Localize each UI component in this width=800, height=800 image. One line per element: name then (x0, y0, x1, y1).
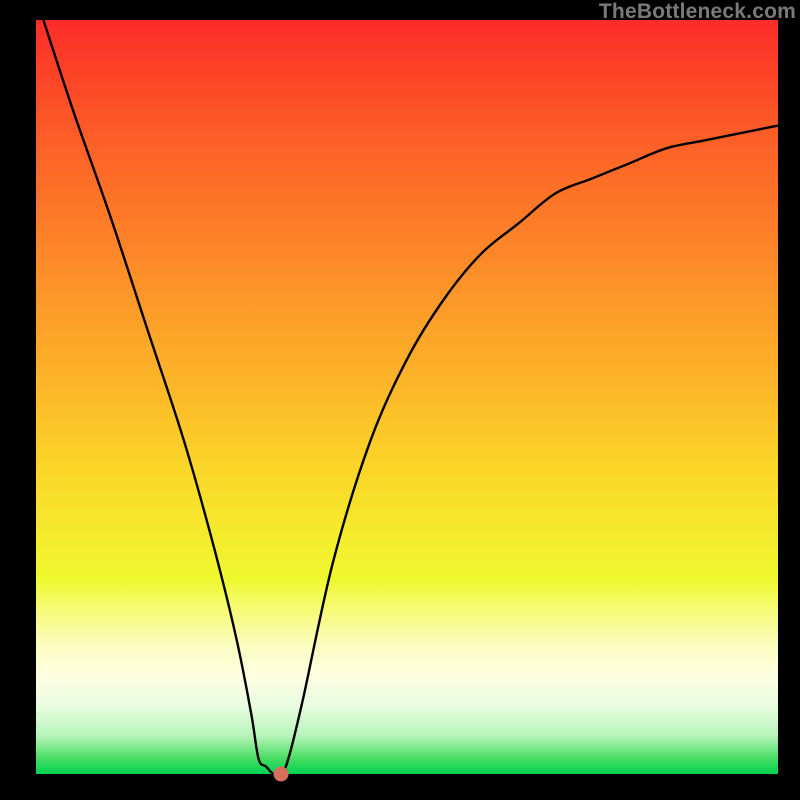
plot-area (36, 20, 778, 774)
curve-path (43, 20, 778, 774)
chart-frame: TheBottleneck.com (0, 0, 800, 800)
bottleneck-curve (36, 20, 778, 774)
optimum-marker (273, 767, 288, 782)
